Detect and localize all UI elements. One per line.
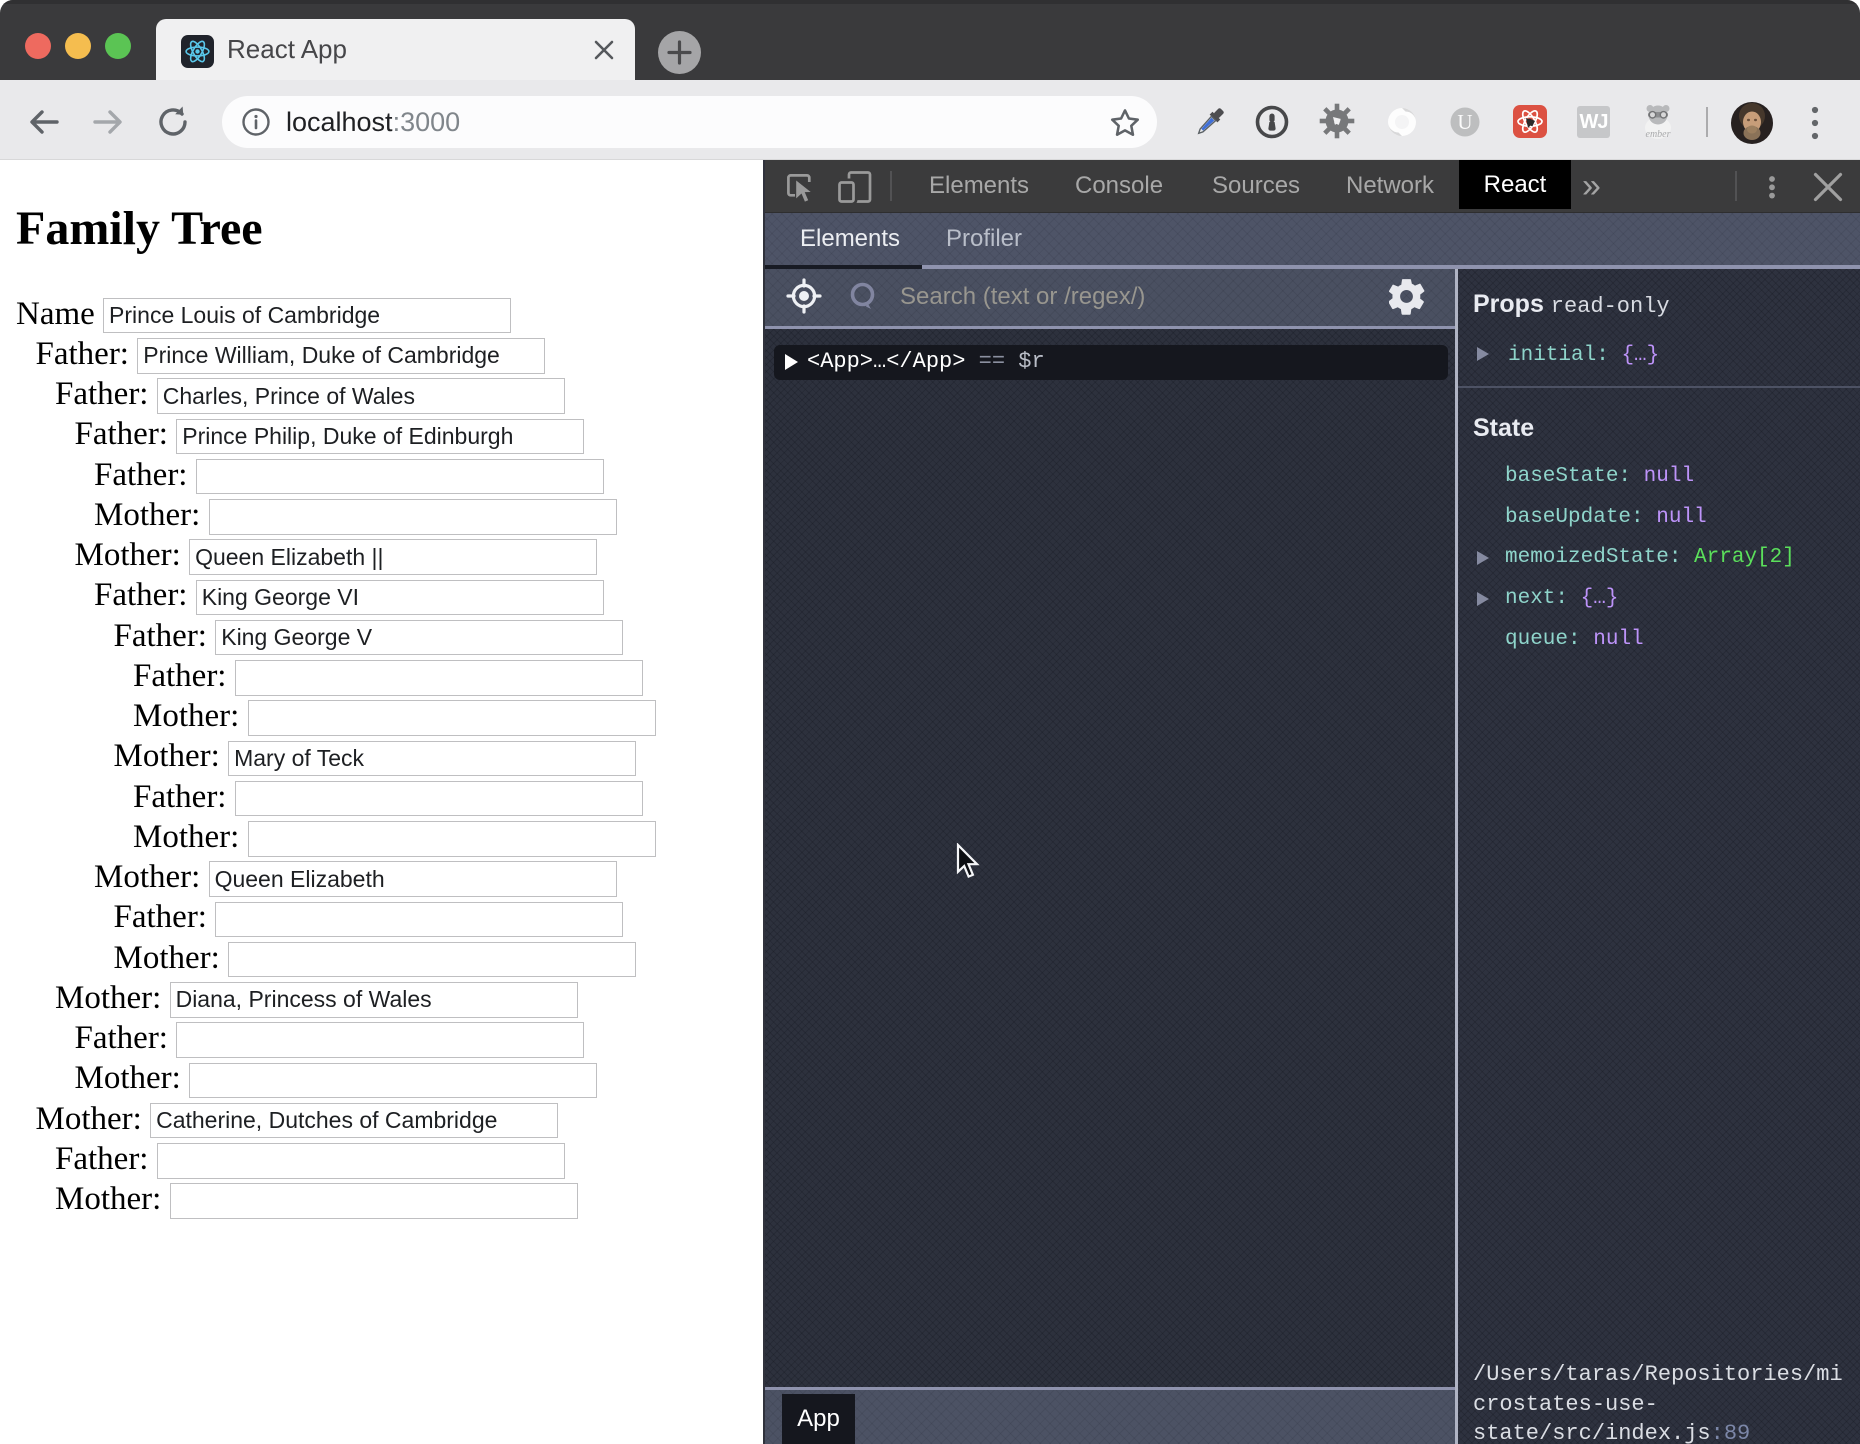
svg-text:ember: ember (1646, 129, 1671, 140)
svg-text:U: U (1457, 110, 1472, 134)
